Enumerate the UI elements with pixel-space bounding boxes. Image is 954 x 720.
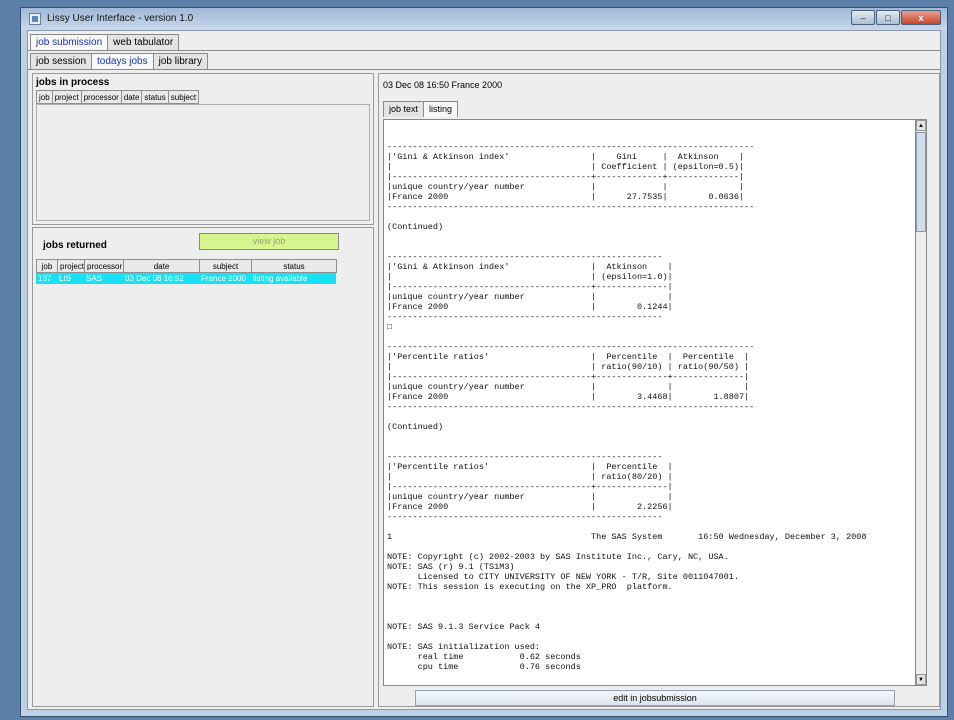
col-date[interactable]: date — [123, 259, 200, 273]
scroll-down-icon[interactable]: ▼ — [916, 674, 926, 685]
jobs-returned-header: job project processor date subject statu… — [36, 259, 337, 273]
client-area: job submission web tabulator job session… — [27, 30, 941, 710]
jobs-returned-panel: jobs returned view job job project proce… — [32, 227, 374, 707]
app-window: Lissy User Interface - version 1.0 – □ x… — [20, 7, 948, 717]
window-title: Lissy User Interface - version 1.0 — [47, 13, 194, 24]
tab-job-library[interactable]: job library — [152, 53, 208, 69]
col-job[interactable]: job — [36, 90, 53, 104]
output-panel: 03 Dec 08 16:50 France 2000 job text lis… — [378, 73, 940, 707]
col-processor[interactable]: processor — [80, 90, 122, 104]
scroll-up-icon[interactable]: ▲ — [916, 120, 926, 131]
jobs-in-process-list[interactable] — [36, 104, 370, 221]
edit-in-jobsubmission-button[interactable]: edit in jobsubmission — [415, 690, 895, 706]
col-processor[interactable]: processor — [84, 259, 124, 273]
jobs-in-process-panel: jobs in process job project processor da… — [32, 73, 374, 225]
col-status[interactable]: status — [141, 90, 169, 104]
tab-job-text[interactable]: job text — [383, 101, 425, 117]
cell-status: listing available — [253, 274, 308, 283]
top-tabstrip: job submission web tabulator — [30, 34, 180, 50]
cell-subject: France 2000 — [201, 274, 246, 283]
cell-project: LIS — [59, 274, 72, 283]
listing-view[interactable]: ----------------------------------------… — [383, 119, 916, 686]
scrollbar-thumb[interactable] — [916, 132, 926, 232]
top-tab-divider — [28, 50, 940, 51]
cell-job: 137 — [38, 274, 52, 283]
output-header: 03 Dec 08 16:50 France 2000 — [383, 80, 503, 90]
minimize-button[interactable]: – — [851, 10, 875, 25]
col-date[interactable]: date — [120, 90, 143, 104]
sub-tabstrip: job session todays jobs job library — [30, 53, 208, 69]
tab-listing[interactable]: listing — [423, 101, 459, 117]
view-job-button[interactable]: view job — [199, 233, 339, 250]
tab-job-submission[interactable]: job submission — [30, 34, 109, 50]
sub-tab-divider — [28, 69, 940, 70]
col-project[interactable]: project — [51, 90, 82, 104]
vertical-scrollbar[interactable]: ▲ ▼ — [916, 119, 927, 686]
tab-job-session[interactable]: job session — [30, 53, 93, 69]
java-app-icon — [29, 13, 41, 25]
listing-text: ----------------------------------------… — [387, 142, 867, 672]
jobs-returned-title: jobs returned — [43, 240, 107, 251]
table-row[interactable]: 137 LIS SAS 03 Dec 08 16:52 France 2000 … — [36, 273, 336, 284]
tab-todays-jobs[interactable]: todays jobs — [91, 53, 154, 69]
output-tabstrip: job text listing — [383, 101, 459, 117]
jobs-in-process-title: jobs in process — [36, 77, 110, 88]
maximize-button[interactable]: □ — [876, 10, 900, 25]
cell-processor: SAS — [86, 274, 103, 283]
title-bar[interactable]: Lissy User Interface - version 1.0 – □ x — [21, 8, 947, 30]
col-status[interactable]: status — [251, 259, 337, 273]
tab-web-tabulator[interactable]: web tabulator — [107, 34, 180, 50]
col-subject[interactable]: subject — [167, 90, 200, 104]
cell-date: 03 Dec 08 16:52 — [125, 274, 184, 283]
close-button[interactable]: x — [901, 10, 941, 25]
col-subject[interactable]: subject — [199, 259, 252, 273]
col-job[interactable]: job — [36, 259, 58, 273]
col-project[interactable]: project — [57, 259, 85, 273]
jobs-in-process-header: job project processor date status subjec… — [36, 90, 200, 104]
